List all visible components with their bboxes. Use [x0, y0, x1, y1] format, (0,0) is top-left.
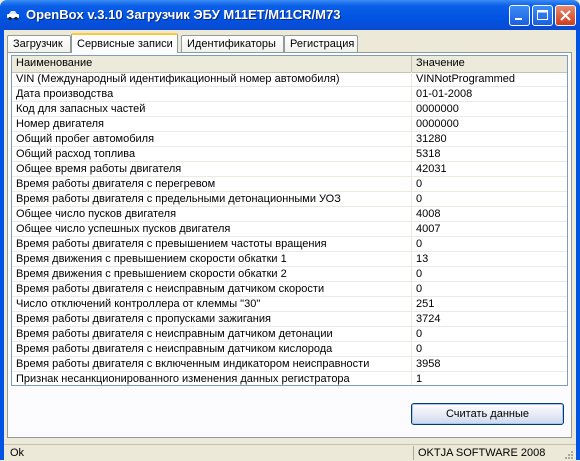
status-bar: Ok OKTJA SOFTWARE 2008: [4, 444, 576, 461]
row-name-cell: Признак несанкционированного изменения д…: [12, 372, 412, 385]
table-row[interactable]: Дата производства 01-01-2008: [12, 87, 567, 102]
row-name-cell: VIN (Международный идентификационный ном…: [12, 72, 412, 86]
row-name-cell: Время работы двигателя с пропусками зажи…: [12, 312, 412, 326]
table-row[interactable]: Признак несанкционированного изменения д…: [12, 372, 567, 385]
title-bar[interactable]: OpenBox v.3.10 Загрузчик ЭБУ М11ET/M11CR…: [0, 0, 580, 30]
row-value-cell: 4007: [416, 223, 441, 235]
column-header-name[interactable]: Наименование: [12, 56, 412, 72]
row-value-cell: 13: [416, 253, 429, 265]
service-records-grid[interactable]: Наименование Значение VIN (Международный…: [11, 55, 568, 386]
row-value-cell: 31280: [416, 133, 447, 145]
row-value-cell: 0: [416, 193, 423, 205]
row-value-cell: 1: [416, 373, 423, 385]
status-text: Ok: [10, 447, 25, 459]
row-name-cell: Общий пробег автомобиля: [12, 132, 412, 146]
table-row[interactable]: Время движения с превышением скорости об…: [12, 267, 567, 282]
table-row[interactable]: Время работы двигателя с превышением час…: [12, 237, 567, 252]
column-header-value[interactable]: Значение: [412, 56, 567, 72]
row-name-cell: Дата производства: [12, 87, 412, 101]
close-button[interactable]: [555, 5, 576, 26]
row-name-cell: Общий расход топлива: [12, 147, 412, 161]
read-data-button[interactable]: Считать данные: [411, 403, 564, 425]
table-row[interactable]: Число отключений контроллера от клеммы "…: [12, 297, 567, 312]
row-value-cell: 0000000: [416, 118, 459, 130]
table-row[interactable]: Номер двигателя 0000000: [12, 117, 567, 132]
row-name-cell: Число отключений контроллера от клеммы "…: [12, 297, 412, 311]
row-name-cell: Код для запасных частей: [12, 102, 412, 116]
table-row[interactable]: Общий расход топлива 5318: [12, 147, 567, 162]
row-value-cell: 3958: [416, 358, 441, 370]
table-row[interactable]: Время движения с превышением скорости об…: [12, 252, 567, 267]
row-value-cell: 5318: [416, 148, 441, 160]
row-value-cell: VINNotProgrammed: [416, 73, 516, 85]
row-value-cell: 0: [416, 178, 423, 190]
row-name-cell: Номер двигателя: [12, 117, 412, 131]
row-value-cell: 3724: [416, 313, 441, 325]
car-icon: [6, 8, 20, 22]
table-row[interactable]: Время работы двигателя с предельными дет…: [12, 192, 567, 207]
row-name-cell: Общее число пусков двигателя: [12, 207, 412, 221]
row-name-cell: Время работы двигателя с предельными дет…: [12, 192, 412, 206]
row-name-cell: Время работы двигателя с неисправным дат…: [12, 327, 412, 341]
row-value-cell: 0: [416, 238, 423, 250]
row-name-cell: Общее время работы двигателя: [12, 162, 412, 176]
grid-header: Наименование Значение: [12, 56, 567, 73]
row-value-cell: 0: [416, 268, 423, 280]
row-name-cell: Время работы двигателя с неисправным дат…: [12, 342, 412, 356]
row-value-cell: 42031: [416, 163, 447, 175]
table-row[interactable]: Общее число успешных пусков двигателя 400…: [12, 222, 567, 237]
table-row[interactable]: Код для запасных частей 0000000: [12, 102, 567, 117]
row-name-cell: Время работы двигателя с включенным инди…: [12, 357, 412, 371]
tab-registration[interactable]: Регистрация: [284, 35, 358, 52]
window-title: OpenBox v.3.10 Загрузчик ЭБУ М11ET/M11CR…: [26, 7, 341, 22]
row-name-cell: Время работы двигателя с превышением час…: [12, 237, 412, 251]
row-value-cell: 01-01-2008: [416, 88, 473, 100]
tab-service-records[interactable]: Сервисные записи: [71, 33, 178, 53]
row-value-cell: 0: [416, 283, 423, 295]
status-copyright: OKTJA SOFTWARE 2008: [418, 447, 546, 459]
resize-grip-icon[interactable]: [563, 449, 574, 460]
tab-identifiers[interactable]: Идентификаторы: [181, 35, 284, 52]
table-row[interactable]: Время работы двигателя с неисправным дат…: [12, 327, 567, 342]
row-name-cell: Время движения с превышением скорости об…: [12, 267, 412, 281]
row-value-cell: 0000000: [416, 103, 459, 115]
close-icon: [560, 10, 571, 21]
maximize-button[interactable]: [532, 5, 553, 26]
row-name-cell: Время работы двигателя с перегревом: [12, 177, 412, 191]
table-row[interactable]: Общее время работы двигателя 42031: [12, 162, 567, 177]
row-value-cell: 0: [416, 343, 423, 355]
minimize-button[interactable]: [509, 5, 530, 26]
row-name-cell: Общее число успешных пусков двигателя: [12, 222, 412, 236]
table-row[interactable]: Время работы двигателя с перегревом 0: [12, 177, 567, 192]
status-separator: [413, 446, 414, 460]
row-value-cell: 251: [416, 298, 435, 310]
table-row[interactable]: Время работы двигателя с неисправным дат…: [12, 282, 567, 297]
row-name-cell: Время работы двигателя с неисправным дат…: [12, 282, 412, 296]
row-value-cell: 0: [416, 328, 423, 340]
maximize-icon: [537, 10, 548, 20]
table-row[interactable]: Общий пробег автомобиля 31280: [12, 132, 567, 147]
row-value-cell: 4008: [416, 208, 441, 220]
minimize-icon: [515, 18, 522, 20]
table-row[interactable]: Время работы двигателя с пропусками зажи…: [12, 312, 567, 327]
table-row[interactable]: Время работы двигателя с включенным инди…: [12, 357, 567, 372]
table-row[interactable]: Время работы двигателя с неисправным дат…: [12, 342, 567, 357]
tab-loader[interactable]: Загрузчик: [7, 35, 71, 52]
table-row[interactable]: Общее число пусков двигателя 4008: [12, 207, 567, 222]
table-row[interactable]: VIN (Международный идентификационный ном…: [12, 72, 567, 87]
grid-rows: VIN (Международный идентификационный ном…: [12, 72, 567, 385]
row-name-cell: Время движения с превышением скорости об…: [12, 252, 412, 266]
